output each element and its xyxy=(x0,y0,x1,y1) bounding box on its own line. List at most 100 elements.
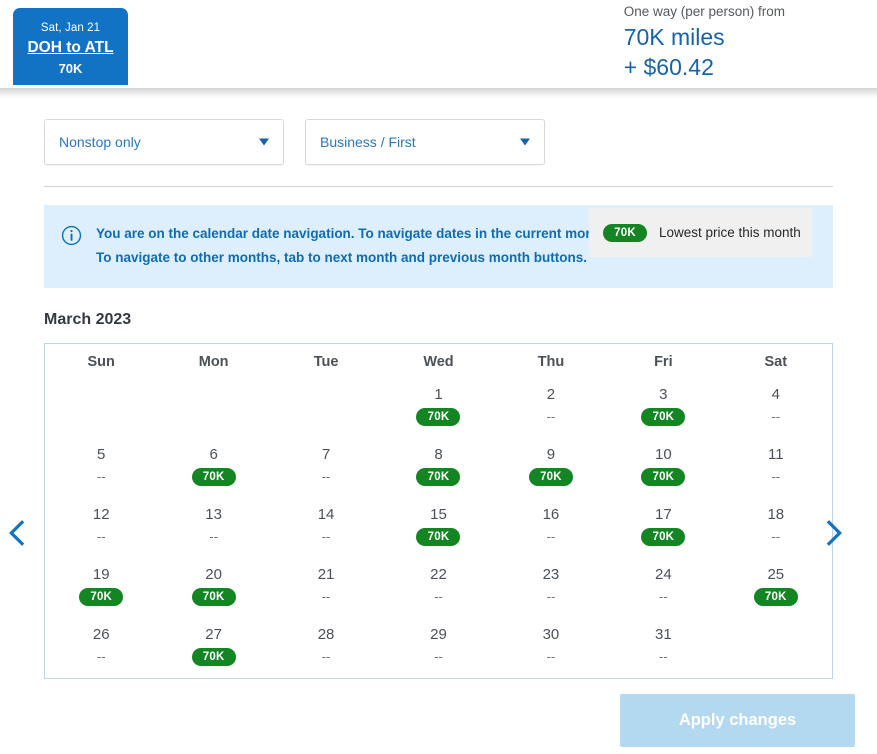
calendar-day-cell[interactable]: 4 -- xyxy=(720,378,832,438)
calendar-day-cell[interactable]: 20 70K xyxy=(157,558,269,618)
calendar-price-pill: 70K xyxy=(191,468,236,486)
calendar-price-pill: 70K xyxy=(191,588,236,606)
calendar-day-number: 25 xyxy=(767,566,785,583)
calendar-day-price: -- xyxy=(270,528,382,546)
calendar-day-cell[interactable]: 25 70K xyxy=(720,558,832,618)
lowest-price-legend: 70K Lowest price this month xyxy=(589,208,812,257)
calendar-day-cell[interactable]: 16 -- xyxy=(495,498,607,558)
calendar-day-cell[interactable]: 6 70K xyxy=(157,438,269,498)
calendar-day-cell[interactable]: 23 -- xyxy=(495,558,607,618)
calendar-day-price: 70K xyxy=(607,468,719,486)
calendar-day-cell[interactable]: 9 70K xyxy=(495,438,607,498)
calendar-day-cell[interactable]: 12 -- xyxy=(45,498,157,558)
calendar-day-number: 1 xyxy=(434,386,443,403)
calendar-day-cell[interactable]: 2 -- xyxy=(495,378,607,438)
calendar-no-price: -- xyxy=(771,469,781,484)
calendar-day-number: 10 xyxy=(655,446,672,463)
calendar-day-cell[interactable]: 11 -- xyxy=(720,438,832,498)
calendar-day-cell[interactable]: 26 -- xyxy=(45,618,157,678)
calendar-day-price: 70K xyxy=(45,588,157,606)
calendar-day-number: 4 xyxy=(771,386,780,403)
calendar-day-cell[interactable]: 29 -- xyxy=(382,618,494,678)
calendar-day-cell[interactable]: 7 -- xyxy=(270,438,382,498)
calendar-day-cell[interactable]: 22 -- xyxy=(382,558,494,618)
page-header: Sat, Jan 21 DOH to ATL 70K One way (per … xyxy=(0,0,877,98)
price-summary: One way (per person) from 70K miles + $6… xyxy=(624,0,785,82)
calendar-no-price: -- xyxy=(96,529,106,544)
price-label: One way (per person) from xyxy=(623,4,785,19)
stops-filter-select[interactable]: Nonstop only xyxy=(44,119,284,165)
calendar-no-price: -- xyxy=(321,469,331,484)
calendar-price-pill: 70K xyxy=(641,528,686,546)
calendar-day-price: -- xyxy=(45,468,157,486)
calendar-day-cell[interactable]: 27 70K xyxy=(157,618,269,678)
calendar-day-cell[interactable]: 28 -- xyxy=(270,618,382,678)
calendar-no-price: -- xyxy=(659,649,668,664)
calendar-day-price: -- xyxy=(495,528,607,546)
calendar-day-number: 2 xyxy=(546,386,556,403)
flight-tab-doh-atl[interactable]: Sat, Jan 21 DOH to ATL 70K xyxy=(13,8,128,85)
calendar-month-title: March 2023 xyxy=(44,311,132,328)
calendar-day-cell[interactable]: 10 70K xyxy=(607,438,719,498)
calendar-day-cell[interactable]: 14 -- xyxy=(270,498,382,558)
calendar-price-pill: 70K xyxy=(79,588,124,606)
next-month-button[interactable] xyxy=(817,516,851,550)
calendar-no-price: -- xyxy=(771,409,781,424)
cabin-filter-select[interactable]: Business / First xyxy=(305,119,545,165)
previous-month-button[interactable] xyxy=(0,516,34,550)
stops-filter-value: Nonstop only xyxy=(59,134,141,150)
calendar-day-cell[interactable]: 17 70K xyxy=(607,498,719,558)
calendar-day-price: -- xyxy=(382,588,494,606)
calendar-day-number: 11 xyxy=(767,446,784,463)
calendar-day-price: 70K xyxy=(495,468,607,486)
calendar-no-price: -- xyxy=(96,469,106,484)
calendar-day-cell[interactable]: 3 70K xyxy=(607,378,719,438)
calendar-day-price: -- xyxy=(382,648,494,666)
calendar-day-price: 70K xyxy=(157,588,269,606)
cabin-filter-value: Business / First xyxy=(320,134,416,150)
apply-changes-button[interactable]: Apply changes xyxy=(620,694,855,747)
calendar-no-price: -- xyxy=(321,529,331,544)
calendar-day-cell[interactable]: 30 -- xyxy=(495,618,607,678)
calendar-weekday-sat: Sat xyxy=(764,354,788,370)
legend-label: Lowest price this month xyxy=(659,225,801,240)
calendar-day-number: 12 xyxy=(92,506,110,523)
calendar-price-pill: 70K xyxy=(641,468,686,486)
calendar-day-price: -- xyxy=(270,468,382,486)
calendar-no-price: -- xyxy=(546,649,556,664)
calendar-day-price: 70K xyxy=(607,408,719,426)
calendar-day-cell[interactable]: 24 -- xyxy=(607,558,719,618)
calendar-no-price: -- xyxy=(321,649,331,664)
info-circle-icon xyxy=(61,225,82,246)
calendar-day-price: -- xyxy=(720,408,832,426)
calendar-day-number: 27 xyxy=(205,626,222,643)
calendar-price-pill: 70K xyxy=(191,648,236,666)
flight-tab-date: Sat, Jan 21 xyxy=(40,22,101,34)
price-cash: + $60.42 xyxy=(623,54,714,80)
calendar-day-price: -- xyxy=(607,588,719,606)
calendar-day-cell[interactable]: 19 70K xyxy=(45,558,157,618)
calendar-day-price: 70K xyxy=(607,528,719,546)
calendar-no-price: -- xyxy=(434,589,443,604)
calendar-cell-empty xyxy=(157,378,269,438)
calendar-day-cell[interactable]: 18 -- xyxy=(720,498,832,558)
calendar-weekday-tue: Tue xyxy=(313,354,339,370)
calendar-day-number: 7 xyxy=(321,446,331,463)
flight-tab-miles: 70K xyxy=(58,61,83,76)
calendar-no-price: -- xyxy=(546,589,556,604)
calendar-day-price: 70K xyxy=(382,468,494,486)
calendar-day-cell[interactable]: 21 -- xyxy=(270,558,382,618)
flight-tab-route: DOH to ATL xyxy=(27,39,114,56)
calendar-day-cell[interactable]: 8 70K xyxy=(382,438,494,498)
calendar-day-cell[interactable]: 1 70K xyxy=(382,378,494,438)
calendar-day-cell[interactable]: 15 70K xyxy=(382,498,494,558)
calendar-no-price: -- xyxy=(321,589,331,604)
calendar-day-number: 21 xyxy=(317,566,335,583)
calendar-day-price: -- xyxy=(45,648,157,666)
calendar-day-cell[interactable]: 13 -- xyxy=(157,498,269,558)
calendar-day-cell[interactable]: 31 -- xyxy=(607,618,719,678)
calendar-day-cell[interactable]: 5 -- xyxy=(45,438,157,498)
calendar-price-pill: 70K xyxy=(416,408,461,426)
price-miles: 70K miles xyxy=(623,24,725,50)
calendar-no-price: -- xyxy=(434,649,443,664)
